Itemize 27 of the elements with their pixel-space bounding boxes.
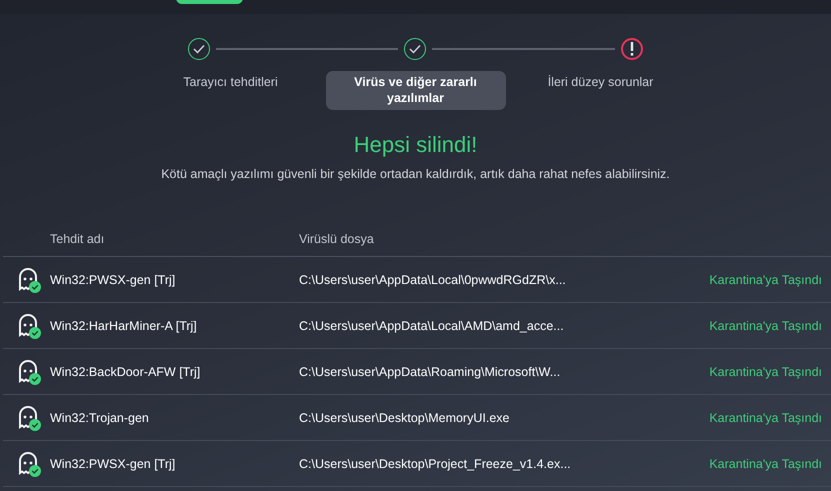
step-tab[interactable]: Tarayıcı tehditleri — [140, 71, 320, 93]
file-path: C:\Users\user\Desktop\Project_Freeze_v1.4.ex... — [299, 456, 572, 470]
status-text: Karantina'ya Taşındı — [708, 318, 823, 332]
threat-name: Win32:PWSX-gen [Trj] — [50, 456, 176, 470]
ghost-icon — [16, 266, 40, 292]
ghost-icon — [16, 358, 40, 384]
status-text: Karantina'ya Taşındı — [708, 410, 823, 424]
result-message: Kötü amaçlı yazılımı güvenli bir şekilde ortadan kaldırdık, artık daha rahat nefes alabilirsiniz. — [160, 167, 671, 181]
step-tab[interactable]: İleri düzey sorunlar — [510, 71, 690, 93]
file-path: C:\Users\user\AppData\Local\0pwwdRGdZR\x... — [299, 272, 567, 286]
ghost-icon — [16, 404, 40, 430]
ghost-icon — [16, 450, 40, 476]
file-path: C:\Users\user\AppData\Local\AMD\amd_acce... — [299, 318, 565, 332]
status-text: Karantina'ya Taşındı — [708, 456, 823, 470]
step-tab[interactable]: Virüs ve diğer zararlı yazılımlar — [326, 71, 506, 110]
ghost-icon — [16, 312, 40, 338]
threat-name: Win32:BackDoor-AFW [Trj] — [50, 364, 202, 378]
file-path: C:\Users\user\Desktop\MemoryUI.exe — [299, 410, 510, 424]
threat-name: Win32:Trojan-gen — [50, 410, 150, 424]
threat-name: Win32:HarHarMiner-A [Trj] — [50, 318, 198, 332]
result-title: Hepsi silindi! — [352, 132, 478, 158]
threat-name: Win32:PWSX-gen [Trj] — [50, 272, 176, 286]
file-path: C:\Users\user\AppData\Roaming\Microsoft\W... — [299, 364, 562, 378]
status-text: Karantina'ya Taşındı — [708, 364, 823, 378]
column-header: Tehdit adı — [50, 232, 106, 246]
column-header: Virüslü dosya — [299, 232, 375, 246]
status-text: Karantina'ya Taşındı — [708, 272, 823, 286]
